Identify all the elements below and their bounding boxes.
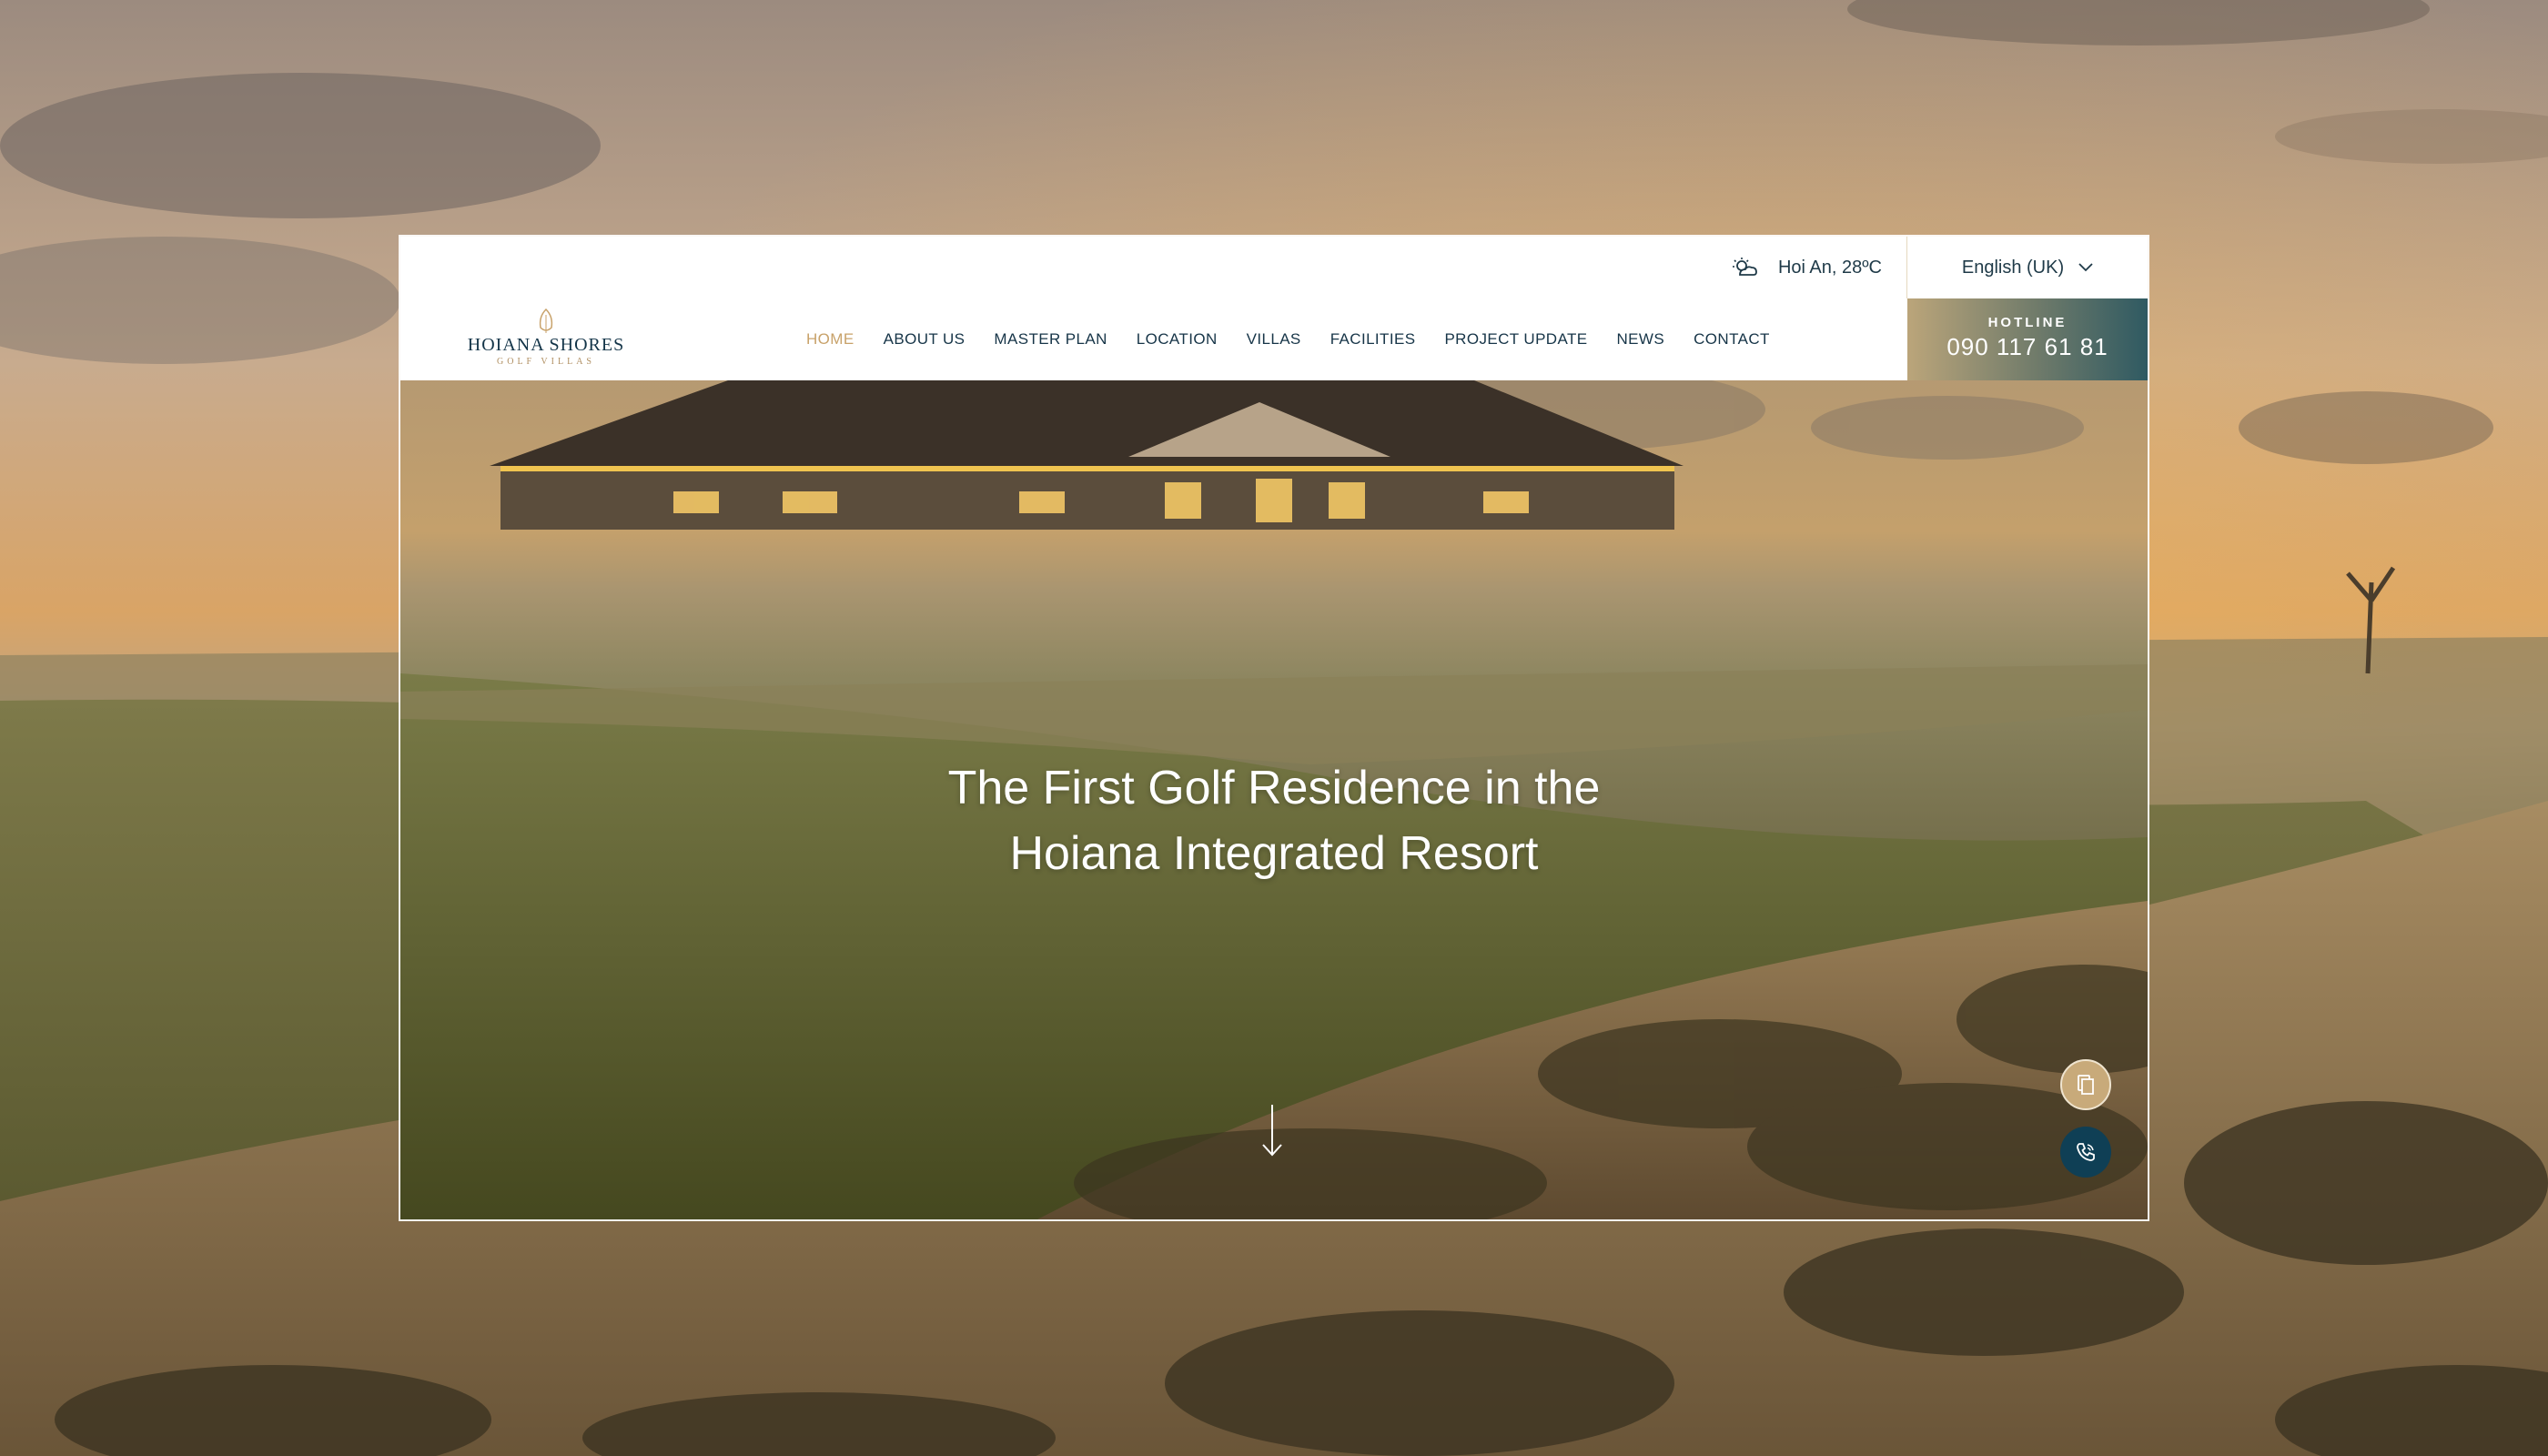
logo-name: HOIANA SHORES xyxy=(467,335,625,355)
call-button[interactable] xyxy=(2060,1127,2111,1178)
nav-item-facilities[interactable]: FACILITIES xyxy=(1330,330,1416,349)
scroll-down-arrow-icon[interactable] xyxy=(1261,1103,1283,1158)
hero-title-line-1: The First Golf Residence in the xyxy=(947,762,1601,814)
document-icon xyxy=(2078,1075,2094,1095)
hotline-label: HOTLINE xyxy=(1987,315,2068,330)
language-label: English (UK) xyxy=(1961,257,2065,278)
primary-nav: HOME ABOUT US MASTER PLAN LOCATION VILLA… xyxy=(806,298,1770,380)
site-logo[interactable]: HOIANA SHORES GOLF VILLAS xyxy=(462,308,630,371)
hotline-number: 090 117 61 81 xyxy=(1946,333,2108,360)
phone-icon xyxy=(2077,1143,2095,1161)
hero-image xyxy=(400,237,2148,1219)
nav-item-home[interactable]: HOME xyxy=(806,330,854,349)
nav-item-villas[interactable]: VILLAS xyxy=(1247,330,1301,349)
hero-title: The First Golf Residence in the Hoiana I… xyxy=(400,755,2148,886)
hero-title-line-2: Hoiana Integrated Resort xyxy=(1009,827,1539,880)
weather-widget: Hoi An, 28ºC xyxy=(1731,237,1882,298)
nav-item-master-plan[interactable]: MASTER PLAN xyxy=(994,330,1107,349)
top-utility-bar: Hoi An, 28ºC English (UK) xyxy=(400,237,2148,299)
website-window: Hoi An, 28ºC English (UK) HOIANA SHORES … xyxy=(399,235,2149,1221)
nav-item-location[interactable]: LOCATION xyxy=(1137,330,1218,349)
brochure-button[interactable] xyxy=(2060,1059,2111,1110)
language-selector[interactable]: English (UK) xyxy=(1906,237,2148,298)
nav-item-news[interactable]: NEWS xyxy=(1617,330,1665,349)
partly-cloudy-icon xyxy=(1732,258,1757,276)
hotline-button[interactable]: HOTLINE 090 117 61 81 xyxy=(1907,298,2148,380)
lotus-logo-icon xyxy=(539,308,553,333)
chevron-down-icon xyxy=(2078,263,2093,272)
weather-text: Hoi An, 28ºC xyxy=(1777,257,1882,278)
logo-subtitle: GOLF VILLAS xyxy=(497,357,595,367)
nav-item-contact[interactable]: CONTACT xyxy=(1694,330,1770,349)
nav-item-project-update[interactable]: PROJECT UPDATE xyxy=(1444,330,1587,349)
nav-item-about-us[interactable]: ABOUT US xyxy=(884,330,966,349)
main-navbar: HOIANA SHORES GOLF VILLAS HOME ABOUT US … xyxy=(400,298,2148,380)
